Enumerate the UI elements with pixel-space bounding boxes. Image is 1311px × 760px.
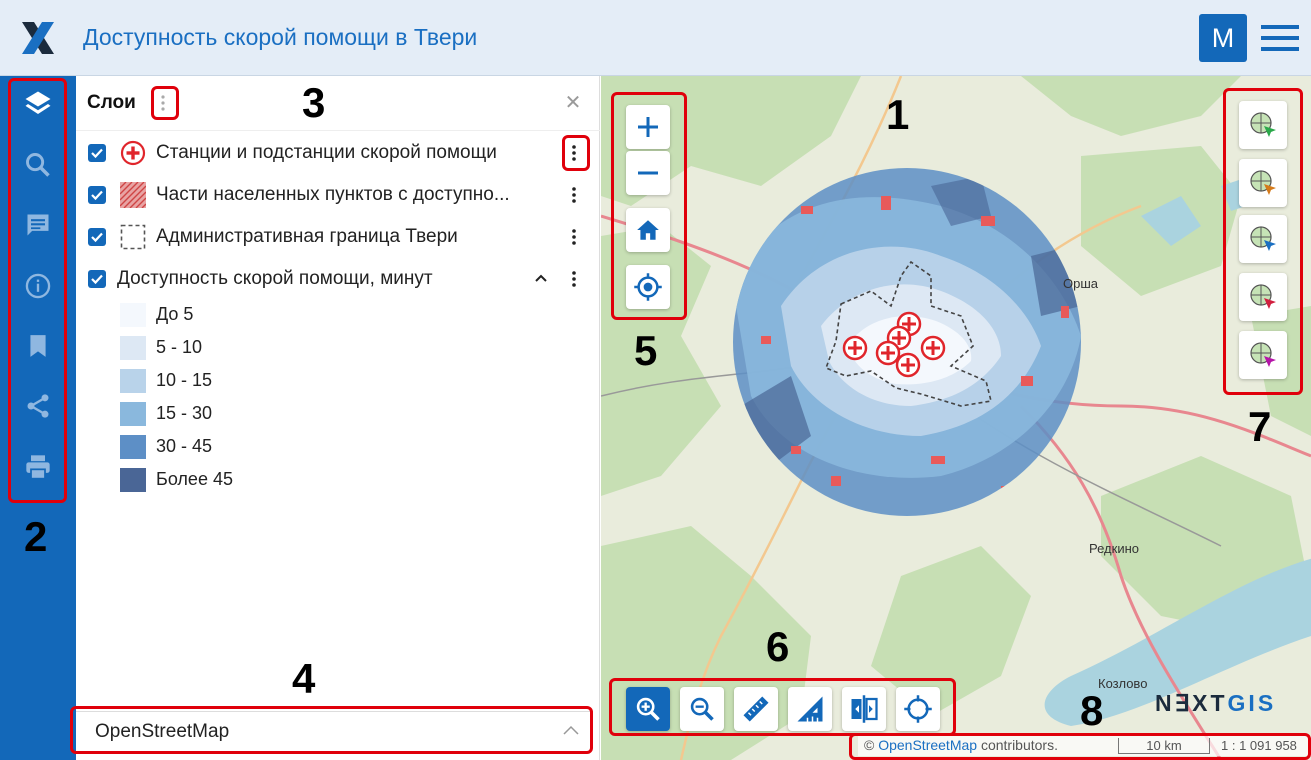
highlight-box [151, 86, 179, 120]
close-icon[interactable]: ✕ [564, 93, 582, 113]
user-avatar-button[interactable]: M [1199, 14, 1247, 62]
legend-label: До 5 [156, 304, 194, 324]
map-tiles [601, 76, 1311, 760]
hamburger-menu-icon[interactable] [1261, 22, 1299, 54]
legend-swatch [120, 468, 146, 492]
legend-label: 10 - 15 [156, 370, 213, 390]
place-label: Редкино [1089, 541, 1139, 556]
highlight-box [1223, 88, 1303, 395]
panel-title: Слои [87, 92, 136, 113]
legend-item: 30 - 45 [120, 434, 420, 462]
legend-label: 15 - 30 [156, 403, 213, 423]
legend-swatch [120, 336, 146, 360]
layer-label: Административная граница Твери [156, 226, 458, 247]
highlight-box [609, 678, 956, 736]
annotation-number: 3 [302, 79, 326, 126]
layer-row: Доступность скорой помощи, минут [88, 264, 588, 294]
chevron-up-icon[interactable] [534, 268, 548, 288]
app-header: Доступность скорой помощи в Твери M [0, 0, 1311, 76]
legend-swatch [120, 369, 146, 393]
brand-prefix: N∃XT [1155, 690, 1228, 716]
legend-label: Более 45 [156, 469, 233, 489]
ambulance-marker[interactable] [895, 352, 921, 378]
app-title: Доступность скорой помощи в Твери [83, 24, 478, 50]
place-label: Орша [1063, 276, 1099, 291]
layer-row: Станции и подстанции скорой помощи [88, 138, 588, 168]
layer-label: Части населенных пунктов с доступно... [156, 184, 510, 205]
ambulance-marker[interactable] [842, 335, 868, 361]
ambulance-station-icon [120, 140, 146, 166]
legend-item: Более 45 [120, 467, 420, 495]
nextgis-brand: N∃XTGIS [1155, 690, 1276, 717]
layer-checkbox[interactable] [88, 144, 106, 162]
ambulance-marker[interactable] [920, 335, 946, 361]
highlight-box [849, 733, 1311, 760]
highlight-box [8, 78, 67, 503]
layer-menu-icon[interactable] [568, 184, 580, 206]
layer-checkbox[interactable] [88, 270, 106, 288]
hatched-polygon-icon [120, 182, 146, 208]
legend-swatch [120, 435, 146, 459]
highlight-box [562, 135, 590, 171]
legend-item: 10 - 15 [120, 368, 420, 396]
annotation-number: 7 [1248, 403, 1272, 450]
place-label: Козлово [1098, 676, 1148, 691]
layer-menu-icon[interactable] [568, 226, 580, 248]
annotation-number: 5 [634, 327, 658, 374]
annotation-number: 1 [886, 91, 910, 138]
legend-item: 15 - 30 [120, 401, 420, 429]
layer-menu-icon[interactable] [568, 268, 580, 290]
annotation-number: 8 [1080, 687, 1104, 734]
legend-label: 5 - 10 [156, 337, 203, 357]
brand-suffix: GIS [1227, 690, 1277, 716]
layer-checkbox[interactable] [88, 186, 106, 204]
nextgis-logo-icon[interactable] [20, 20, 56, 56]
ambulance-marker[interactable] [875, 340, 901, 366]
layer-checkbox[interactable] [88, 228, 106, 246]
divider [76, 130, 600, 131]
highlight-box [70, 706, 593, 754]
highlight-box [611, 92, 687, 320]
legend-swatch [120, 402, 146, 426]
annotation-number: 2 [24, 513, 48, 560]
annotation-number: 6 [766, 623, 790, 670]
legend-item: До 5 [120, 302, 420, 330]
legend-swatch [120, 303, 146, 327]
legend-label: 30 - 45 [156, 436, 213, 456]
dashed-polygon-icon [120, 224, 146, 250]
legend-item: 5 - 10 [120, 335, 420, 363]
layer-row: Части населенных пунктов с доступно... [88, 180, 588, 210]
layer-label: Станции и подстанции скорой помощи [156, 142, 497, 163]
layers-panel: Слои ✕ Станции и подстанции скорой помощ… [76, 76, 600, 760]
layer-row: Административная граница Твери [88, 222, 588, 252]
map-canvas[interactable]: Орша Редкино Козлово [601, 76, 1311, 760]
annotation-number: 4 [292, 655, 316, 702]
layer-label: Доступность скорой помощи, минут [117, 268, 433, 289]
